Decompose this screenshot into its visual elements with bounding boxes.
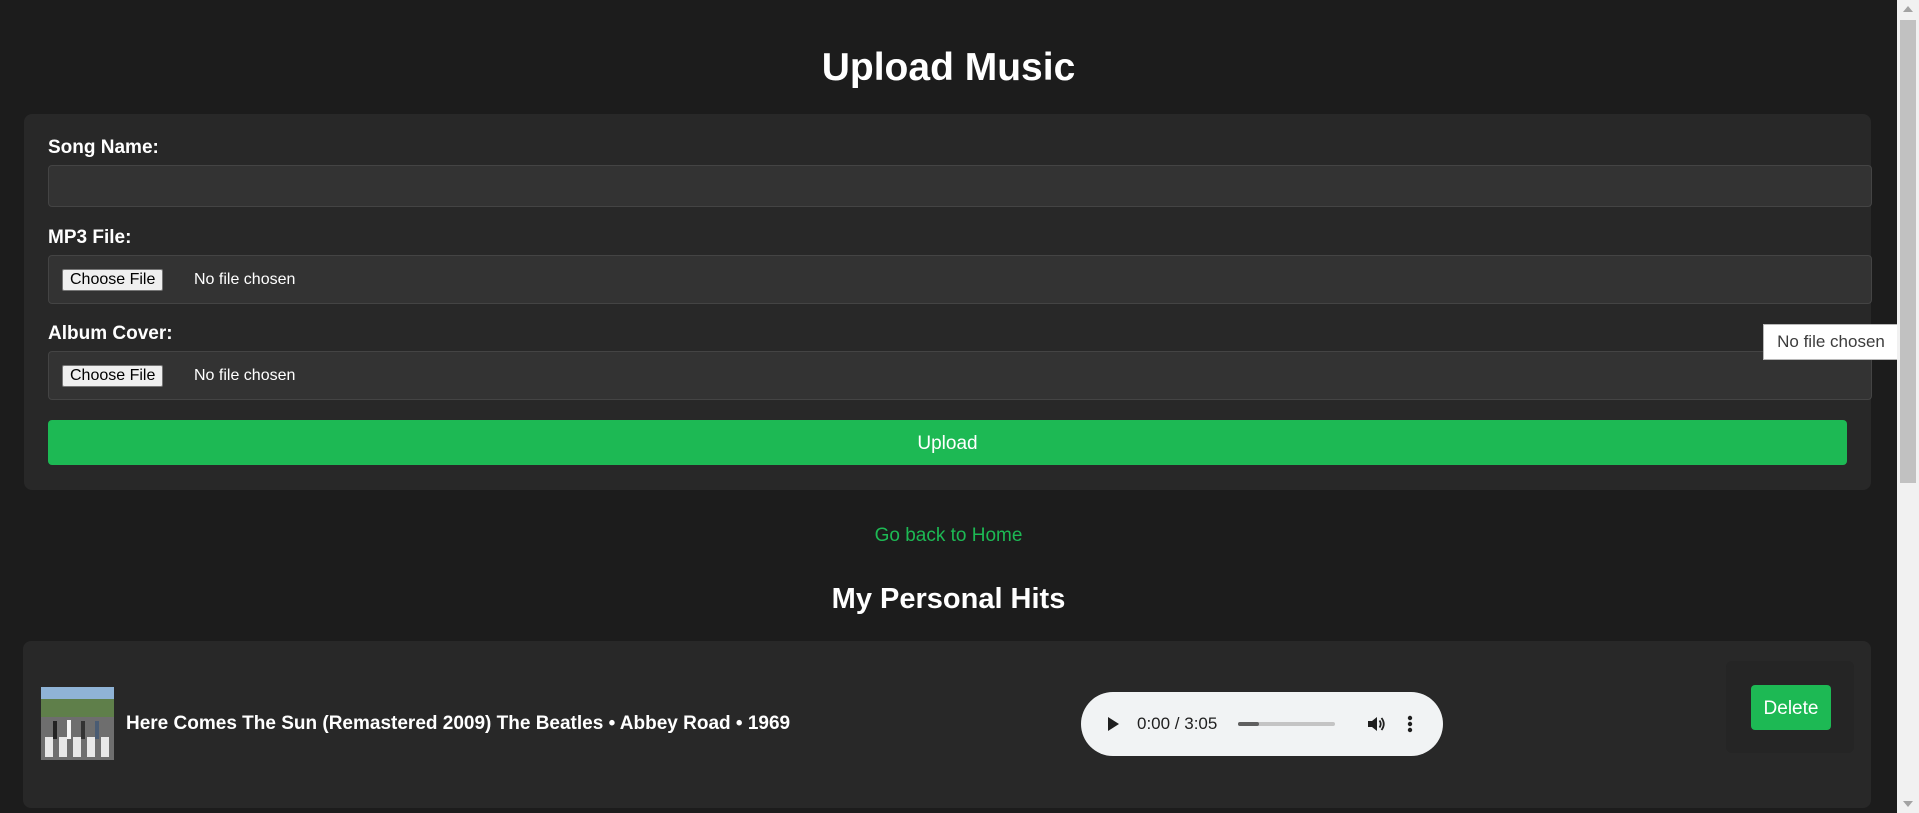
go-back-home-link[interactable]: Go back to Home xyxy=(0,524,1897,548)
album-cover-art xyxy=(41,687,114,760)
album-cover-label: Album Cover: xyxy=(48,323,173,344)
scroll-up-arrow-icon[interactable] xyxy=(1903,6,1913,12)
song-title: Here Comes The Sun (Remastered 2009) The… xyxy=(126,713,791,734)
mp3-file-label: MP3 File: xyxy=(48,227,132,248)
delete-container: Delete xyxy=(1726,661,1854,753)
song-name-input[interactable] xyxy=(48,165,1872,207)
upload-form: Song Name: MP3 File: Choose File No file… xyxy=(24,114,1872,490)
playback-time: 0:00 / 3:05 xyxy=(1137,714,1218,733)
scrollbar-thumb[interactable] xyxy=(1900,20,1916,483)
volume-icon[interactable] xyxy=(1365,713,1387,735)
cover-choose-file-button[interactable]: Choose File xyxy=(62,365,164,387)
album-cover-input[interactable]: Choose File No file chosen xyxy=(48,351,1872,400)
vertical-scrollbar[interactable] xyxy=(1897,0,1919,813)
play-icon[interactable] xyxy=(1103,714,1123,734)
song-card: Here Comes The Sun (Remastered 2009) The… xyxy=(23,641,1871,808)
song-name-label: Song Name: xyxy=(48,137,159,158)
delete-button[interactable]: Delete xyxy=(1751,685,1831,730)
upload-button[interactable]: Upload xyxy=(48,420,1847,465)
page-title: Upload Music xyxy=(821,46,1076,89)
file-tooltip: No file chosen xyxy=(1763,324,1899,360)
seek-bar[interactable] xyxy=(1238,722,1335,726)
mp3-file-input[interactable]: Choose File No file chosen xyxy=(48,255,1872,304)
seek-bar-fill xyxy=(1238,722,1260,726)
page: Upload Music Song Name: MP3 File: Choose… xyxy=(0,0,1919,813)
section-title: My Personal Hits xyxy=(831,583,1066,615)
more-vertical-icon[interactable] xyxy=(1405,713,1415,735)
album-cover-image xyxy=(41,687,114,760)
scroll-down-arrow-icon[interactable] xyxy=(1903,801,1913,807)
mp3-file-status: No file chosen xyxy=(194,271,296,288)
mp3-choose-file-button[interactable]: Choose File xyxy=(62,269,164,291)
audio-player[interactable]: 0:00 / 3:05 xyxy=(1081,692,1443,756)
main-content: Upload Music Song Name: MP3 File: Choose… xyxy=(0,0,1897,813)
cover-file-status: No file chosen xyxy=(194,367,296,384)
